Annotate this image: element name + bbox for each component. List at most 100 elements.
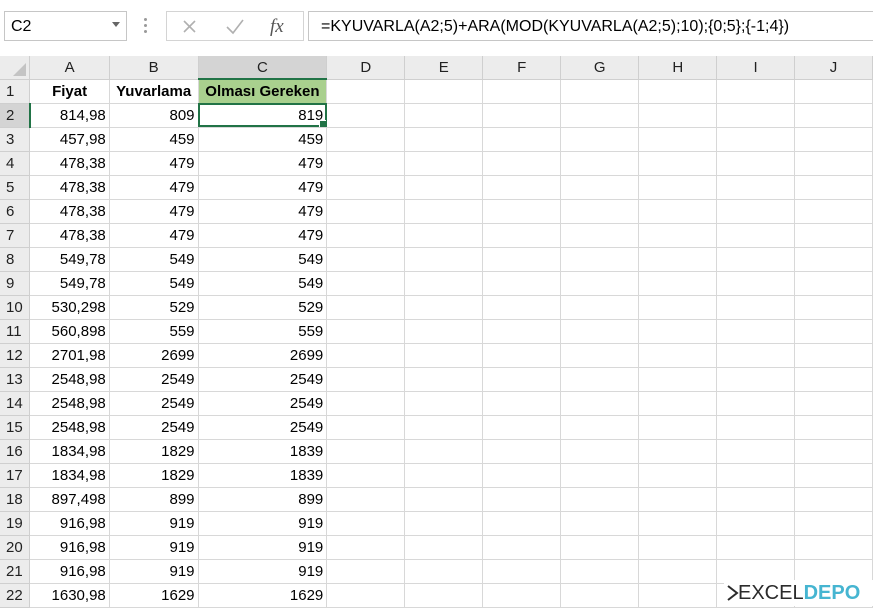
- column-header[interactable]: I: [716, 56, 796, 80]
- cell-c[interactable]: 819: [198, 103, 328, 128]
- row-header[interactable]: 16: [0, 439, 31, 464]
- cell[interactable]: [716, 535, 796, 560]
- cell[interactable]: [716, 199, 796, 224]
- cell[interactable]: [794, 391, 873, 416]
- cell[interactable]: [716, 127, 796, 152]
- column-header[interactable]: J: [794, 56, 873, 80]
- cell[interactable]: [404, 535, 484, 560]
- cell[interactable]: [560, 439, 640, 464]
- cell[interactable]: [794, 319, 873, 344]
- cell-c[interactable]: 549: [198, 271, 328, 296]
- row-header[interactable]: 15: [0, 415, 31, 440]
- cell[interactable]: [404, 487, 484, 512]
- cell[interactable]: [326, 559, 406, 584]
- cell[interactable]: [560, 391, 640, 416]
- cell-c[interactable]: 919: [198, 535, 328, 560]
- cell[interactable]: [560, 583, 640, 608]
- cell[interactable]: [716, 463, 796, 488]
- cell[interactable]: [326, 343, 406, 368]
- cell[interactable]: [560, 463, 640, 488]
- cell[interactable]: [638, 487, 718, 512]
- cell[interactable]: [638, 559, 718, 584]
- cell[interactable]: [404, 199, 484, 224]
- row-header[interactable]: 17: [0, 463, 31, 488]
- cell[interactable]: [560, 367, 640, 392]
- cell[interactable]: [560, 151, 640, 176]
- column-header[interactable]: A: [29, 56, 110, 80]
- row-header[interactable]: 22: [0, 583, 31, 608]
- select-all-button[interactable]: [0, 56, 31, 80]
- cell-a[interactable]: 1834,98: [29, 463, 110, 488]
- cell-a[interactable]: 916,98: [29, 559, 110, 584]
- cell-a[interactable]: 2548,98: [29, 367, 110, 392]
- cell[interactable]: [482, 223, 562, 248]
- cell[interactable]: [716, 295, 796, 320]
- cell-a[interactable]: 530,298: [29, 295, 110, 320]
- cell[interactable]: [326, 223, 406, 248]
- row-header[interactable]: 2: [0, 103, 31, 128]
- cell-c[interactable]: 1839: [198, 463, 328, 488]
- cell[interactable]: [404, 271, 484, 296]
- row-header[interactable]: 5: [0, 175, 31, 200]
- cell[interactable]: [404, 319, 484, 344]
- cell[interactable]: [638, 535, 718, 560]
- cell[interactable]: [482, 487, 562, 512]
- cell-b[interactable]: 459: [109, 127, 199, 152]
- cell[interactable]: [716, 415, 796, 440]
- cell[interactable]: [404, 223, 484, 248]
- cell[interactable]: [794, 103, 873, 128]
- cell[interactable]: [404, 247, 484, 272]
- cell[interactable]: [638, 247, 718, 272]
- cell[interactable]: [716, 319, 796, 344]
- cell[interactable]: [638, 343, 718, 368]
- cell[interactable]: [326, 511, 406, 536]
- cell-a[interactable]: 2548,98: [29, 415, 110, 440]
- cell-a[interactable]: 478,38: [29, 151, 110, 176]
- cell[interactable]: [716, 391, 796, 416]
- cell[interactable]: [794, 415, 873, 440]
- cell[interactable]: [560, 199, 640, 224]
- cell[interactable]: [794, 151, 873, 176]
- cell[interactable]: [794, 271, 873, 296]
- cell[interactable]: [560, 247, 640, 272]
- cell[interactable]: [638, 511, 718, 536]
- cell-b[interactable]: 479: [109, 151, 199, 176]
- cell[interactable]: [326, 247, 406, 272]
- cell-c[interactable]: 549: [198, 247, 328, 272]
- cell-b[interactable]: 479: [109, 199, 199, 224]
- cell[interactable]: [638, 175, 718, 200]
- row-header[interactable]: 12: [0, 343, 31, 368]
- column-header[interactable]: H: [638, 56, 718, 80]
- cell[interactable]: [716, 511, 796, 536]
- cell[interactable]: [326, 199, 406, 224]
- cell[interactable]: [560, 535, 640, 560]
- cell-a[interactable]: 549,78: [29, 271, 110, 296]
- cell[interactable]: [482, 559, 562, 584]
- row-header[interactable]: 13: [0, 367, 31, 392]
- cell[interactable]: [560, 295, 640, 320]
- column-header[interactable]: B: [109, 56, 199, 80]
- cell-c[interactable]: 1839: [198, 439, 328, 464]
- header-cell[interactable]: Olması Gereken: [198, 79, 328, 104]
- cell-a[interactable]: 549,78: [29, 247, 110, 272]
- row-header[interactable]: 20: [0, 535, 31, 560]
- cell[interactable]: [716, 367, 796, 392]
- check-icon[interactable]: [223, 15, 247, 37]
- cell[interactable]: [794, 439, 873, 464]
- cell-c[interactable]: 1629: [198, 583, 328, 608]
- cell[interactable]: [482, 127, 562, 152]
- cell-b[interactable]: 479: [109, 223, 199, 248]
- cell[interactable]: [794, 367, 873, 392]
- cell[interactable]: [482, 391, 562, 416]
- cell-c[interactable]: 2549: [198, 391, 328, 416]
- cell[interactable]: [794, 199, 873, 224]
- cell-c[interactable]: 459: [198, 127, 328, 152]
- cell[interactable]: [716, 175, 796, 200]
- cell-b[interactable]: 559: [109, 319, 199, 344]
- cell[interactable]: [794, 487, 873, 512]
- cell[interactable]: [482, 415, 562, 440]
- cell-b[interactable]: 919: [109, 535, 199, 560]
- cell[interactable]: [638, 127, 718, 152]
- cell[interactable]: [638, 319, 718, 344]
- cell-c[interactable]: 559: [198, 319, 328, 344]
